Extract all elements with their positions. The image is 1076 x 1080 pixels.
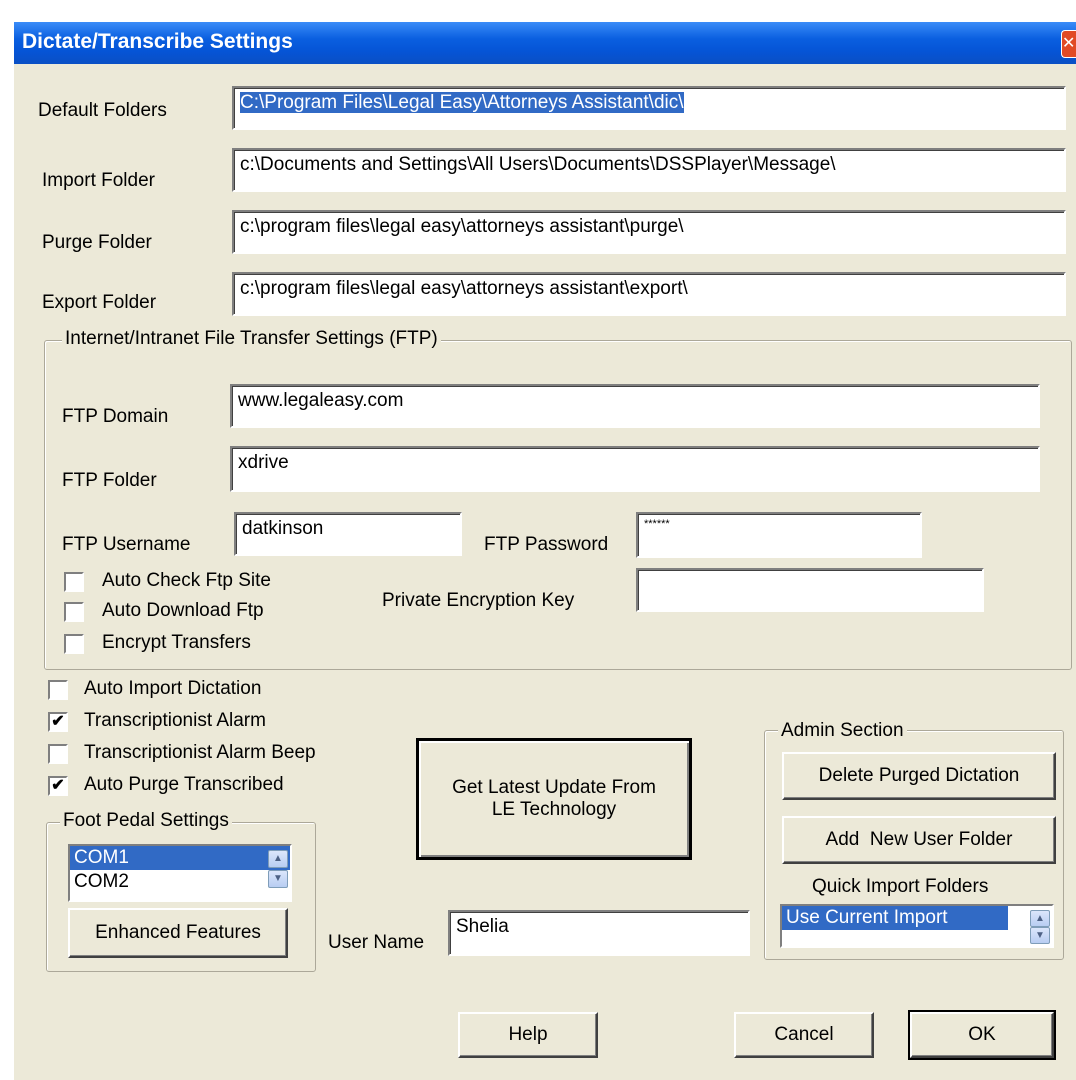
- encryption-key-label: Private Encryption Key: [382, 590, 575, 611]
- ftp-password-input[interactable]: ******: [636, 512, 922, 558]
- ok-button[interactable]: OK: [908, 1010, 1056, 1060]
- delete-purged-dictation-button[interactable]: Delete Purged Dictation: [782, 752, 1056, 800]
- quick-import-scrollbar[interactable]: ▲ ▼: [1030, 910, 1050, 944]
- com-port-item[interactable]: COM1: [70, 846, 290, 870]
- check-icon: ✔: [51, 713, 65, 730]
- export-folder-input[interactable]: c:\program files\legal easy\attorneys as…: [232, 272, 1066, 316]
- auto-purge-transcribed-checkbox[interactable]: ✔: [48, 776, 68, 796]
- ftp-domain-input[interactable]: www.legaleasy.com: [230, 384, 1040, 428]
- window-title: Dictate/Transcribe Settings: [22, 30, 293, 53]
- quick-import-folders-listbox[interactable]: Use Current Import ▲ ▼: [780, 904, 1054, 948]
- close-icon[interactable]: ✕: [1061, 30, 1076, 58]
- ftp-folder-input[interactable]: xdrive: [230, 446, 1040, 492]
- update-button-line1: Get Latest Update From: [452, 777, 656, 798]
- ftp-group-label: Internet/Intranet File Transfer Settings…: [62, 328, 441, 350]
- auto-import-dictation-checkbox[interactable]: [48, 680, 68, 700]
- get-latest-update-button[interactable]: Get Latest Update From LE Technology: [416, 738, 692, 860]
- auto-purge-transcribed-label: Auto Purge Transcribed: [84, 774, 284, 795]
- com-port-item[interactable]: COM2: [70, 870, 290, 894]
- auto-download-ftp-checkbox[interactable]: [64, 602, 84, 622]
- purge-folder-input[interactable]: c:\program files\legal easy\attorneys as…: [232, 210, 1066, 254]
- default-folders-input[interactable]: C:\Program Files\Legal Easy\Attorneys As…: [232, 86, 1066, 130]
- default-folders-label: Default Folders: [38, 100, 167, 121]
- admin-section-label: Admin Section: [778, 720, 907, 742]
- add-new-user-folder-button[interactable]: Add New User Folder: [782, 816, 1056, 864]
- quick-import-folders-label: Quick Import Folders: [812, 876, 989, 897]
- cancel-button[interactable]: Cancel: [734, 1012, 874, 1058]
- ftp-username-label: FTP Username: [62, 534, 191, 555]
- scroll-up-icon[interactable]: ▲: [1030, 910, 1050, 927]
- help-button[interactable]: Help: [458, 1012, 598, 1058]
- com-port-listbox[interactable]: COM1 COM2 ▲ ▼: [68, 844, 292, 902]
- purge-folder-label: Purge Folder: [42, 232, 152, 253]
- auto-download-ftp-label: Auto Download Ftp: [102, 600, 264, 621]
- title-bar: Dictate/Transcribe Settings ✕: [14, 22, 1076, 64]
- ftp-username-input[interactable]: datkinson: [234, 512, 462, 556]
- encryption-key-input[interactable]: [636, 568, 984, 612]
- transcriptionist-alarm-label: Transcriptionist Alarm: [84, 710, 266, 731]
- check-icon: ✔: [51, 777, 65, 794]
- export-folder-label: Export Folder: [42, 292, 157, 313]
- quick-import-item[interactable]: Use Current Import: [782, 906, 1008, 930]
- user-name-input[interactable]: Shelia: [448, 910, 750, 956]
- auto-check-ftp-label: Auto Check Ftp Site: [102, 570, 271, 591]
- scroll-down-icon[interactable]: ▼: [1030, 927, 1050, 944]
- scroll-down-icon[interactable]: ▼: [268, 870, 288, 888]
- import-folder-label: Import Folder: [42, 170, 155, 191]
- transcriptionist-alarm-beep-label: Transcriptionist Alarm Beep: [84, 742, 316, 763]
- ftp-folder-label: FTP Folder: [62, 470, 157, 491]
- transcriptionist-alarm-checkbox[interactable]: ✔: [48, 712, 68, 732]
- encrypt-transfers-checkbox[interactable]: [64, 634, 84, 654]
- com-port-scrollbar[interactable]: ▲ ▼: [268, 850, 288, 888]
- user-name-label: User Name: [328, 932, 425, 953]
- auto-import-dictation-label: Auto Import Dictation: [84, 678, 262, 699]
- auto-check-ftp-checkbox[interactable]: [64, 572, 84, 592]
- update-button-line2: LE Technology: [491, 799, 617, 820]
- enhanced-features-button[interactable]: Enhanced Features: [68, 908, 288, 958]
- encrypt-transfers-label: Encrypt Transfers: [102, 632, 251, 653]
- foot-pedal-group-label: Foot Pedal Settings: [60, 810, 232, 832]
- ftp-domain-label: FTP Domain: [62, 406, 169, 427]
- ftp-password-label: FTP Password: [484, 534, 609, 555]
- transcriptionist-alarm-beep-checkbox[interactable]: [48, 744, 68, 764]
- default-folders-value: C:\Program Files\Legal Easy\Attorneys As…: [240, 92, 684, 113]
- scroll-up-icon[interactable]: ▲: [268, 850, 288, 868]
- import-folder-input[interactable]: c:\Documents and Settings\All Users\Docu…: [232, 148, 1066, 192]
